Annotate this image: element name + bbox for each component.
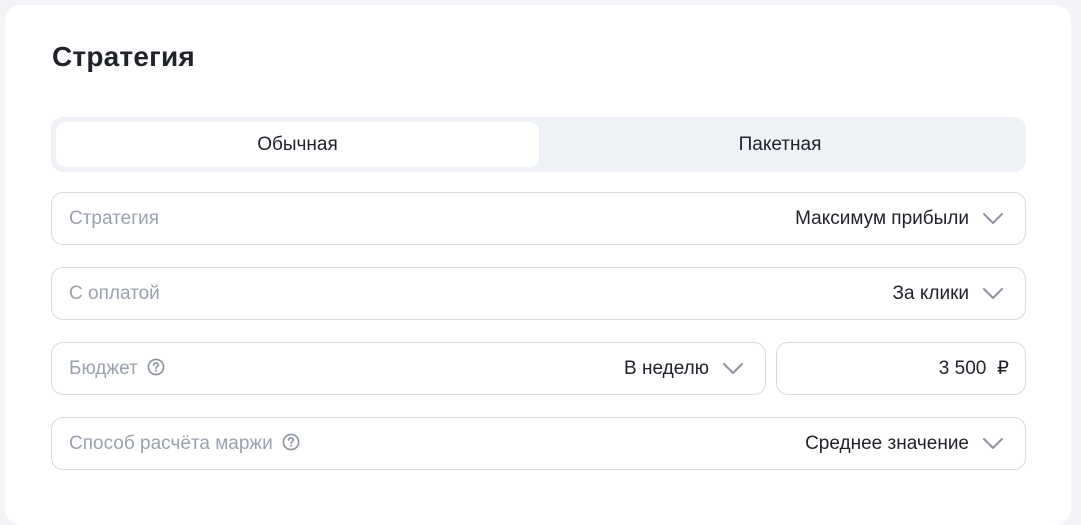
question-circle-icon[interactable]	[282, 433, 300, 451]
question-circle-icon[interactable]	[147, 358, 165, 376]
budget-label-wrap: Бюджет	[69, 343, 165, 394]
payment-select[interactable]: С оплатой За клики	[51, 267, 1026, 320]
margin-label-wrap: Способ расчёта маржи	[69, 418, 300, 469]
budget-amount-input[interactable]: 3 500 ₽	[776, 342, 1026, 395]
margin-label: Способ расчёта маржи	[69, 433, 273, 454]
budget-amount-value: 3 500 ₽	[938, 358, 1009, 379]
strategy-value: Максимум прибыли	[795, 208, 969, 229]
margin-method-value: Среднее значение	[805, 433, 969, 454]
budget-period-value: В неделю	[624, 358, 709, 379]
tab-regular[interactable]: Обычная	[56, 122, 539, 167]
tab-package[interactable]: Пакетная	[539, 122, 1021, 167]
budget-label: Бюджет	[69, 358, 138, 379]
strategy-card: Стратегия Обычная Пакетная Стратегия Мак…	[5, 5, 1071, 525]
section-title: Стратегия	[52, 41, 195, 72]
payment-value: За клики	[892, 283, 969, 304]
strategy-label: Стратегия	[69, 208, 160, 229]
chevron-down-icon	[983, 213, 1003, 224]
payment-label: С оплатой	[69, 283, 160, 304]
margin-method-select[interactable]: Способ расчёта маржи Среднее значение	[51, 417, 1026, 470]
budget-period-select[interactable]: Бюджет В неделю	[51, 342, 766, 395]
chevron-down-icon	[983, 288, 1003, 299]
chevron-down-icon	[723, 363, 743, 374]
strategy-type-switch: Обычная Пакетная	[51, 117, 1026, 172]
chevron-down-icon	[983, 438, 1003, 449]
strategy-select[interactable]: Стратегия Максимум прибыли	[51, 192, 1026, 245]
